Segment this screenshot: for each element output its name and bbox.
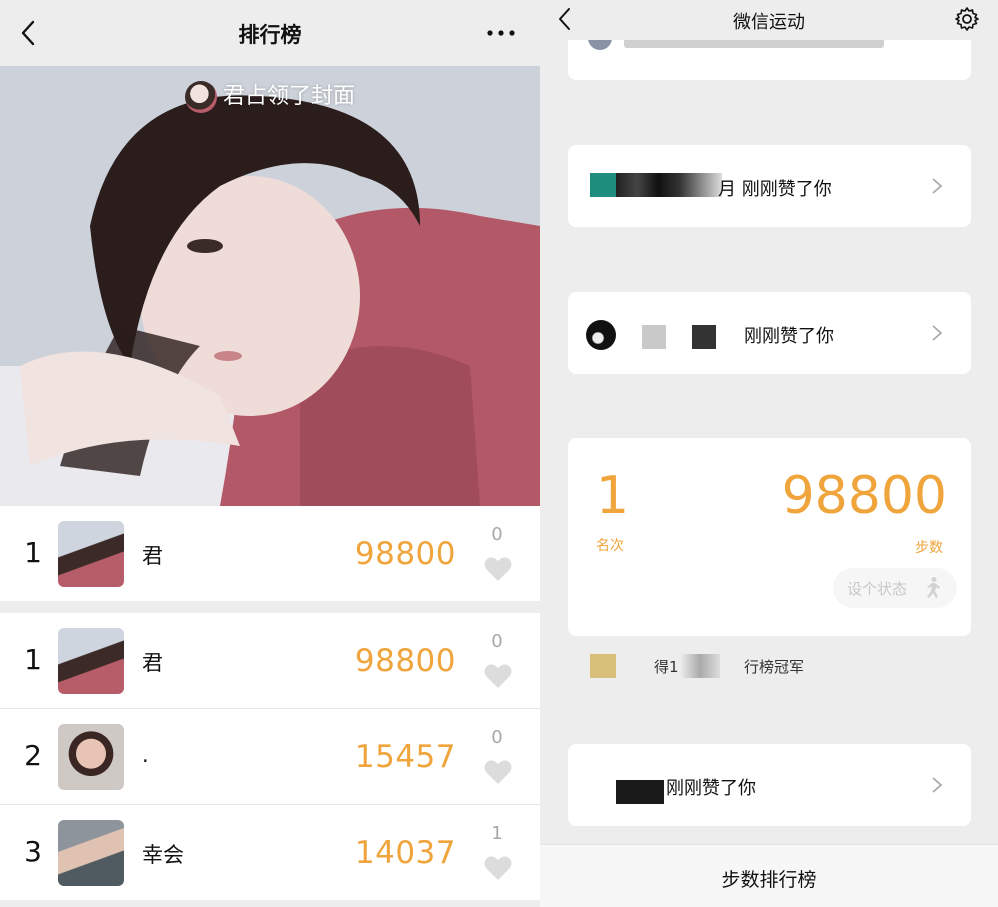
- champion-text-2: 行榜冠军: [744, 658, 805, 676]
- user-name: 君: [142, 651, 163, 675]
- champion-text-1: 得1: [654, 658, 679, 676]
- table-row[interactable]: 2 . 15457 0: [0, 709, 540, 804]
- like-count: 0: [491, 524, 503, 545]
- rank-number: 1: [24, 536, 42, 569]
- set-status-label: 设个状态: [847, 580, 908, 598]
- obscured-name: [616, 780, 664, 804]
- obscured-name: [616, 173, 722, 197]
- step-label: 步数: [915, 540, 943, 556]
- heart-icon[interactable]: [484, 855, 512, 881]
- screen: 排行榜 君占领了封面 1 君 98800 0 1 君 98800 0 2 . 1…: [0, 0, 998, 907]
- wechat-sport-panel: 微信运动 月 刚刚赞了你 刚刚赞了你 1 名次 98800 步数 设个状态 得1…: [540, 0, 998, 907]
- step-count: 98800: [354, 536, 456, 572]
- rank-number: 2: [24, 739, 42, 772]
- avatar: [586, 320, 616, 350]
- cover-image: 君占领了封面: [0, 66, 540, 506]
- like-notification-card[interactable]: 刚刚赞了你: [568, 744, 971, 826]
- set-status-button[interactable]: 设个状态: [833, 568, 957, 608]
- ranking-panel: 排行榜 君占领了封面 1 君 98800 0 1 君 98800 0 2 . 1…: [0, 0, 540, 907]
- step-count: 98800: [354, 643, 456, 679]
- gear-icon[interactable]: [954, 6, 980, 32]
- my-stats-card[interactable]: 1 名次 98800 步数 设个状态: [568, 438, 971, 636]
- like-text: 刚刚赞了你: [666, 778, 756, 799]
- step-value: 98800: [781, 466, 947, 526]
- chevron-right-icon: [932, 777, 943, 793]
- like-count: 0: [491, 631, 503, 652]
- avatar: [590, 654, 616, 678]
- chevron-right-icon: [932, 325, 943, 341]
- table-row[interactable]: 3 幸会 14037 1: [0, 805, 540, 900]
- step-count: 14037: [354, 835, 456, 871]
- rank-label: 名次: [596, 538, 624, 554]
- cover-caption: 君占领了封面: [0, 78, 540, 113]
- rank-number: 3: [24, 835, 42, 868]
- heart-icon[interactable]: [484, 663, 512, 689]
- champion-banner: 得1 行榜冠军: [568, 650, 971, 682]
- heart-icon[interactable]: [484, 759, 512, 785]
- page-title: 排行榜: [238, 23, 302, 47]
- rank-value: 1: [596, 466, 630, 526]
- like-text: 月 刚刚赞了你: [718, 179, 832, 200]
- avatar: [590, 173, 616, 197]
- user-name: .: [142, 743, 149, 767]
- avatar[interactable]: [58, 521, 124, 587]
- my-rank-row[interactable]: 1 君 98800 0: [0, 506, 540, 601]
- ranking-nav-bar: 排行榜: [0, 0, 540, 66]
- table-row[interactable]: 1 君 98800 0: [0, 613, 540, 708]
- more-dots-icon[interactable]: [486, 30, 516, 36]
- obscured-name: [692, 325, 716, 349]
- page-title: 微信运动: [733, 12, 805, 33]
- heart-icon[interactable]: [484, 556, 512, 582]
- avatar[interactable]: [58, 628, 124, 694]
- step-count: 15457: [354, 739, 456, 775]
- like-notification-card[interactable]: 月 刚刚赞了你: [568, 145, 971, 227]
- rank-number: 1: [24, 643, 42, 676]
- like-count: 1: [491, 823, 503, 844]
- cover-caption-text: 君占领了封面: [222, 84, 355, 109]
- cover-photo: [0, 66, 540, 506]
- step-ranking-button[interactable]: 步数排行榜: [540, 844, 998, 907]
- runner-icon: [927, 577, 940, 598]
- chevron-right-icon: [932, 178, 943, 194]
- user-name: 幸会: [142, 843, 184, 867]
- like-count: 0: [491, 727, 503, 748]
- avatar[interactable]: [58, 820, 124, 886]
- sport-nav-bar: 微信运动: [540, 0, 998, 40]
- like-notification-card[interactable]: 刚刚赞了你: [568, 292, 971, 374]
- like-text: 刚刚赞了你: [744, 326, 834, 347]
- obscured-text: [680, 654, 720, 678]
- user-name: 君: [142, 544, 163, 568]
- avatar[interactable]: [58, 724, 124, 790]
- obscured-name: [642, 325, 666, 349]
- avatar: [184, 81, 217, 113]
- step-ranking-label: 步数排行榜: [721, 869, 817, 891]
